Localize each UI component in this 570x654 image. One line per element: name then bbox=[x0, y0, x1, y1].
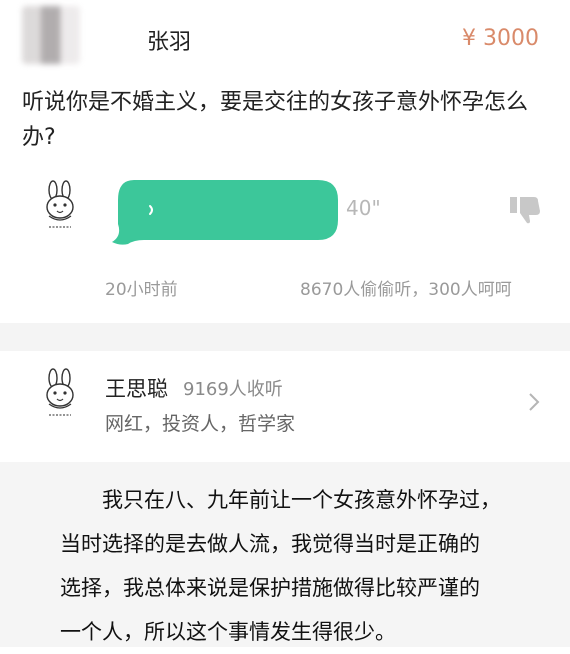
listener-bunny-avatar-icon[interactable] bbox=[36, 180, 84, 236]
section-divider bbox=[0, 323, 570, 351]
asker-name[interactable]: 张羽 bbox=[147, 24, 191, 56]
quote-line-4: 一个人，所以这个事情发生得很少。 bbox=[60, 620, 396, 644]
question-text: 听说你是不婚主义，要是交往的女孩子意外怀孕怎么办? bbox=[22, 90, 529, 150]
time-ago: 20小时前 bbox=[105, 280, 178, 300]
quote-line-1: 我只在八、九年前让一个女孩意外怀孕过， bbox=[102, 488, 501, 512]
asker-avatar[interactable] bbox=[22, 6, 80, 64]
listen-count: 8670人偷偷听，300人呵呵 bbox=[300, 280, 512, 300]
chevron-right-icon[interactable] bbox=[527, 391, 541, 413]
price-label: ¥ 3000 bbox=[462, 26, 539, 51]
answerer-followers: 9169人收听 bbox=[183, 379, 283, 400]
answerer-name[interactable]: 王思聪 bbox=[105, 373, 168, 403]
voice-duration: 40" bbox=[346, 196, 381, 220]
voice-play-bubble[interactable] bbox=[110, 176, 342, 246]
quote-line-3: 选择，我总体来说是保护措施做得比较严谨的 bbox=[60, 576, 480, 600]
answerer-tags: 网红，投资人，哲学家 bbox=[105, 413, 296, 435]
quote-line-2: 当时选择的是去做人流，我觉得当时是正确的 bbox=[60, 532, 480, 556]
thumbs-down-icon[interactable] bbox=[508, 193, 542, 225]
quote-text: 我只在八、九年前让一个女孩意外怀孕过， 当时选择的是去做人流，我觉得当时是正确的… bbox=[60, 478, 540, 654]
answerer-bunny-avatar-icon[interactable] bbox=[36, 368, 84, 424]
